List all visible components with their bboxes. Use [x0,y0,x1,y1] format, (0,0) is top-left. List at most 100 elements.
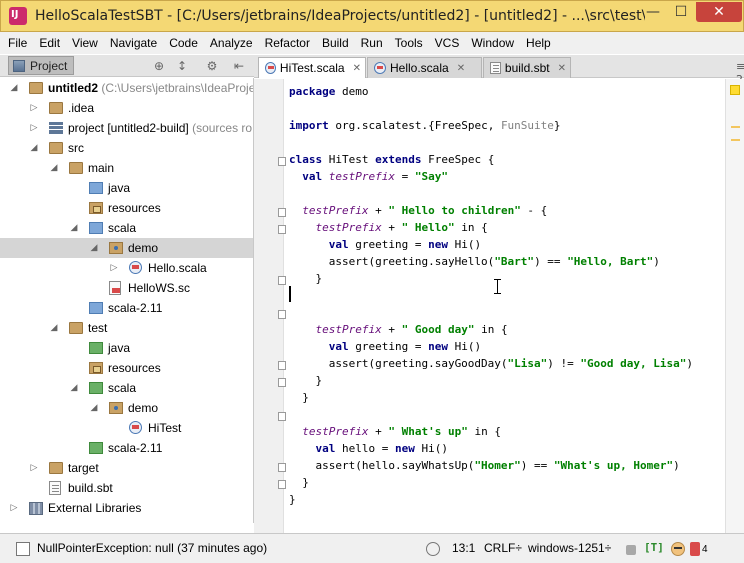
collapse-all-icon[interactable]: ↕ [175,59,189,73]
tree-item[interactable]: scala-2.11 [0,298,253,318]
tab-close-icon[interactable]: ✕ [353,63,361,74]
tree-item[interactable]: ◢ scala [0,378,253,398]
menu-code[interactable]: Code [165,36,202,50]
tree-item[interactable]: resources [0,198,253,218]
collapsed-arrow-icon[interactable]: ▷ [29,103,39,113]
cursor-position[interactable]: 13:1 [452,541,475,555]
menu-view[interactable]: View [68,36,102,50]
fold-marker[interactable] [278,225,286,234]
gear-icon[interactable]: ⚙ [205,59,219,73]
tree-item[interactable]: ▷ Hello.scala [0,258,253,278]
menu-help[interactable]: Help [522,36,555,50]
tree-item[interactable]: ◢ test [0,318,253,338]
code-line[interactable]: val greeting = new Hi() [289,236,481,253]
event-log-icon[interactable] [690,542,700,556]
menu-analyze[interactable]: Analyze [206,36,257,50]
scala-indicator[interactable]: [T] [644,541,664,554]
code-line[interactable]: } [289,270,322,287]
tree-item[interactable]: ▷ External Libraries [0,498,253,518]
expanded-arrow-icon[interactable]: ◢ [49,163,59,173]
expanded-arrow-icon[interactable]: ◢ [9,83,19,93]
expanded-arrow-icon[interactable]: ◢ [89,243,99,253]
tab-close-icon[interactable]: ✕ [457,63,465,74]
tree-item[interactable]: ◢ demo [0,238,253,258]
expanded-arrow-icon[interactable]: ◢ [49,323,59,333]
tree-item[interactable]: resources [0,358,253,378]
menu-vcs[interactable]: VCS [431,36,464,50]
code-line[interactable]: val testPrefix = "Say" [289,168,448,185]
collapsed-arrow-icon[interactable]: ▷ [9,503,19,513]
file-encoding[interactable]: windows-1251÷ [528,541,611,555]
tree-item[interactable]: ▷ target [0,458,253,478]
close-button[interactable]: ✕ [696,2,742,22]
menu-tools[interactable]: Tools [391,36,427,50]
lock-icon[interactable] [626,545,636,555]
code-line[interactable]: package demo [289,83,368,100]
tree-item[interactable]: ◢ main [0,158,253,178]
background-tasks-icon[interactable] [426,542,440,556]
tree-item[interactable]: ▷ .idea [0,98,253,118]
tree-item[interactable]: build.sbt [0,478,253,498]
code-line[interactable]: import org.scalatest.{FreeSpec, FunSuite… [289,117,561,134]
code-line[interactable]: testPrefix + " What's up" in { [289,423,501,440]
tab-close-icon[interactable]: ✕ [558,63,566,74]
hector-inspector-icon[interactable] [671,542,685,556]
tree-item[interactable]: ◢ src [0,138,253,158]
minimize-button[interactable]: — [639,2,667,22]
fold-marker[interactable] [278,157,286,166]
tree-item[interactable]: java [0,338,253,358]
code-line[interactable]: testPrefix + " Hello" in { [289,219,488,236]
collapsed-arrow-icon[interactable]: ▷ [29,123,39,133]
project-tab[interactable]: Project [8,56,75,75]
tree-item[interactable]: scala-2.11 [0,438,253,458]
tree-item[interactable]: ▷ project [untitled2-build] (sources ro [0,118,253,138]
scroll-from-source-icon[interactable]: ⊕ [152,59,166,73]
tree-item[interactable]: HelloWS.sc [0,278,253,298]
maximize-button[interactable]: ☐ [667,2,695,22]
fold-marker[interactable] [278,276,286,285]
code-line[interactable]: assert(greeting.sayGoodDay("Lisa") != "G… [289,355,693,372]
status-message[interactable]: NullPointerException: null (37 minutes a… [37,541,267,555]
menu-file[interactable]: File [4,36,31,50]
warning-indicator-icon[interactable] [730,85,740,95]
tab-build-sbt[interactable]: build.sbt ✕ [483,57,571,78]
tool-window-toggle-icon[interactable] [16,542,30,556]
code-line[interactable]: class HiTest extends FreeSpec { [289,151,494,168]
tab-hello-scala[interactable]: Hello.scala ✕ [367,57,482,78]
fold-marker[interactable] [278,208,286,217]
code-line[interactable]: } [289,474,309,491]
fold-marker[interactable] [278,463,286,472]
code-editor[interactable]: package demo import org.scalatest.{FreeSp… [285,79,725,533]
expanded-arrow-icon[interactable]: ◢ [69,383,79,393]
tree-item[interactable]: java [0,178,253,198]
fold-marker[interactable] [278,378,286,387]
tree-item[interactable]: ◢ untitled2 (C:\Users\jetbrains\IdeaProje [0,78,253,98]
tab-hitest-scala[interactable]: HiTest.scala ✕ [258,57,366,78]
expanded-arrow-icon[interactable]: ◢ [69,223,79,233]
code-line[interactable]: val hello = new Hi() [289,440,448,457]
line-separator[interactable]: CRLF÷ [484,541,522,555]
fold-marker[interactable] [278,480,286,489]
collapsed-arrow-icon[interactable]: ▷ [29,463,39,473]
menu-run[interactable]: Run [357,36,387,50]
tree-item[interactable]: ◢ demo [0,398,253,418]
tree-item[interactable]: HiTest [0,418,253,438]
code-line[interactable]: testPrefix + " Hello to children" - { [289,202,547,219]
menu-build[interactable]: Build [318,36,353,50]
fold-marker[interactable] [278,412,286,421]
fold-marker[interactable] [278,361,286,370]
menu-refactor[interactable]: Refactor [261,36,314,50]
fold-marker[interactable] [278,310,286,319]
code-line[interactable]: } [289,491,296,508]
expanded-arrow-icon[interactable]: ◢ [89,403,99,413]
menu-edit[interactable]: Edit [35,36,64,50]
expanded-arrow-icon[interactable]: ◢ [29,143,39,153]
menu-navigate[interactable]: Navigate [106,36,161,50]
tree-item[interactable]: ◢ scala [0,218,253,238]
code-line[interactable]: val greeting = new Hi() [289,338,481,355]
code-line[interactable]: testPrefix + " Good day" in { [289,321,508,338]
code-line[interactable]: assert(greeting.sayHello("Bart") == "Hel… [289,253,660,270]
code-line[interactable]: } [289,389,309,406]
warning-mark[interactable] [731,126,740,128]
code-line[interactable]: } [289,372,322,389]
